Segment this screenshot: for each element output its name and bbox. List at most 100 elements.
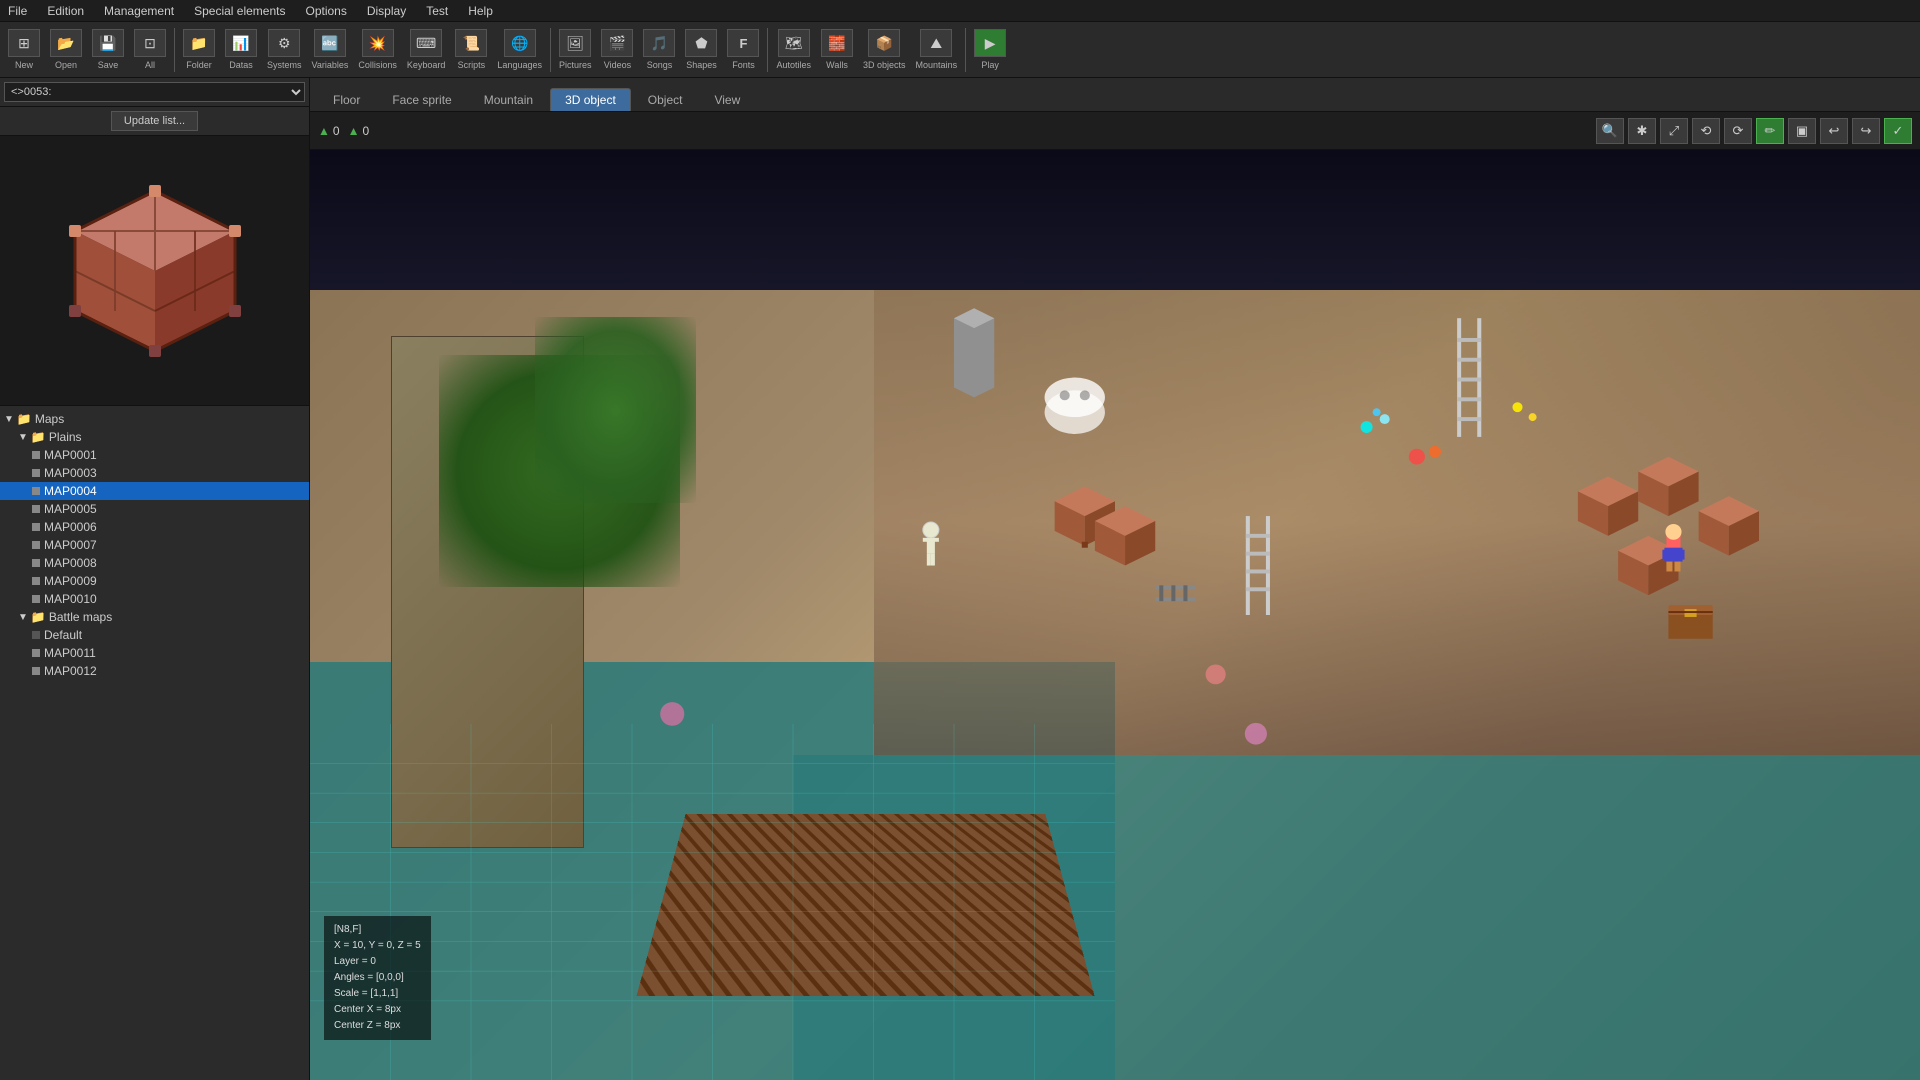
view-tool-square[interactable]: ▣ [1788, 118, 1816, 144]
keyboard-button[interactable]: ⌨ [410, 29, 442, 57]
tree-map0012[interactable]: MAP0012 [0, 662, 309, 680]
datas-button[interactable]: 📊 [225, 29, 257, 57]
fonts-button[interactable]: F [727, 29, 759, 57]
variables-label: Variables [312, 60, 349, 70]
tree-map0004[interactable]: MAP0004 [0, 482, 309, 500]
tree-map0003[interactable]: MAP0003 [0, 464, 309, 482]
main-toolbar: ⊞ New 📂 Open 💾 Save ⊡ All 📁 Folder 📊 Dat… [0, 22, 1920, 78]
tab-mountain[interactable]: Mountain [469, 88, 548, 111]
folder-button[interactable]: 📁 [183, 29, 215, 57]
map-objects-svg [310, 150, 1920, 1080]
save-button[interactable]: 💾 [92, 29, 124, 57]
tree-plains-group[interactable]: ▼ 📁 Plains [0, 428, 309, 446]
mountains-button[interactable]: ⛰ [920, 29, 952, 57]
tree-map0007[interactable]: MAP0007 [0, 536, 309, 554]
all-button[interactable]: ⊡ [134, 29, 166, 57]
menu-test[interactable]: Test [422, 2, 452, 20]
videos-button[interactable]: 🎬 [601, 29, 633, 57]
autotiles-button[interactable]: 🗺 [778, 29, 810, 57]
menu-help[interactable]: Help [464, 2, 497, 20]
tree-map0011-label: MAP0011 [44, 646, 96, 660]
update-list-button[interactable]: Update list... [111, 111, 198, 131]
autotiles-label: Autotiles [776, 60, 811, 70]
view-tool-undo[interactable]: ↩ [1820, 118, 1848, 144]
tree-map0008-label: MAP0008 [44, 556, 97, 570]
view-tool-confirm[interactable]: ✓ [1884, 118, 1912, 144]
tree-map0001[interactable]: MAP0001 [0, 446, 309, 464]
pictures-button[interactable]: 🖼 [559, 29, 591, 57]
map-selector[interactable]: <>0053: [4, 82, 305, 102]
new-button[interactable]: ⊞ [8, 29, 40, 57]
tree-map0009-label: MAP0009 [44, 574, 97, 588]
tree-map0010[interactable]: MAP0010 [0, 590, 309, 608]
menu-management[interactable]: Management [100, 2, 178, 20]
languages-button[interactable]: 🌐 [504, 29, 536, 57]
coord-x: ▲ 0 [318, 124, 340, 138]
menu-special-elements[interactable]: Special elements [190, 2, 289, 20]
3dobjects-button[interactable]: 📦 [868, 29, 900, 57]
scripts-button[interactable]: 📜 [455, 29, 487, 57]
menu-display[interactable]: Display [363, 2, 410, 20]
view-tool-pencil[interactable]: ✏ [1756, 118, 1784, 144]
toolbar-3dobjects: 📦 3D objects [859, 27, 910, 72]
tree-plains-label: Plains [49, 430, 82, 444]
toolbar-sep-4 [965, 28, 966, 72]
tab-object[interactable]: Object [633, 88, 698, 111]
flower-3 [1245, 723, 1267, 745]
scripts-label: Scripts [458, 60, 486, 70]
menu-options[interactable]: Options [301, 2, 350, 20]
tree-maps-label: Maps [35, 412, 64, 426]
tree-default[interactable]: Default [0, 626, 309, 644]
mountains-label: Mountains [916, 60, 958, 70]
tree-map0003-label: MAP0003 [44, 466, 97, 480]
toolbar-keyboard: ⌨ Keyboard [403, 27, 450, 72]
toolbar-sep-3 [767, 28, 768, 72]
menu-edition[interactable]: Edition [43, 2, 88, 20]
view-tool-rotate-right[interactable]: ⟳ [1724, 118, 1752, 144]
toolbar-open: 📂 Open [46, 27, 86, 72]
toolbar-pictures: 🖼 Pictures [555, 27, 596, 72]
play-button[interactable]: ▶ [974, 29, 1006, 57]
tree-map0008[interactable]: MAP0008 [0, 554, 309, 572]
info-overlay: [N8,F] X = 10, Y = 0, Z = 5 Layer = 0 An… [324, 916, 431, 1040]
tab-floor[interactable]: Floor [318, 88, 375, 111]
tree-map0006-label: MAP0006 [44, 520, 97, 534]
tree-maps-root[interactable]: ▼ 📁 Maps [0, 410, 309, 428]
toolbar-sep-1 [174, 28, 175, 72]
sidebar-preview [0, 136, 309, 406]
shapes-button[interactable]: ⬟ [685, 29, 717, 57]
tab-face-sprite[interactable]: Face sprite [377, 88, 466, 111]
songs-button[interactable]: 🎵 [643, 29, 675, 57]
variables-button[interactable]: 🔤 [314, 29, 346, 57]
map-square-icon [32, 541, 40, 549]
tab-3d-object[interactable]: 3D object [550, 88, 631, 111]
datas-label: Datas [229, 60, 253, 70]
sidebar-tree: ▼ 📁 Maps ▼ 📁 Plains MAP0001 MAP0003 MAP0… [0, 406, 309, 1080]
view-tool-rotate-left[interactable]: ⟲ [1692, 118, 1720, 144]
tree-map0011[interactable]: MAP0011 [0, 644, 309, 662]
collisions-button[interactable]: 💥 [362, 29, 394, 57]
view-tool-zoom[interactable]: 🔍 [1596, 118, 1624, 144]
tree-battlemaps-group[interactable]: ▼ 📁 Battle maps [0, 608, 309, 626]
map-viewport[interactable]: [N8,F] X = 10, Y = 0, Z = 5 Layer = 0 An… [310, 150, 1920, 1080]
info-line2: X = 10, Y = 0, Z = 5 [334, 938, 421, 954]
systems-button[interactable]: ⚙ [268, 29, 300, 57]
tree-map0009[interactable]: MAP0009 [0, 572, 309, 590]
tree-map0005[interactable]: MAP0005 [0, 500, 309, 518]
tab-view[interactable]: View [699, 88, 755, 111]
languages-label: Languages [497, 60, 542, 70]
view-tool-cursor[interactable]: ✱ [1628, 118, 1656, 144]
info-line4: Angles = [0,0,0] [334, 970, 421, 986]
tree-map0005-label: MAP0005 [44, 502, 97, 516]
open-button[interactable]: 📂 [50, 29, 82, 57]
toolbar-videos: 🎬 Videos [597, 27, 637, 72]
menu-file[interactable]: File [4, 2, 31, 20]
toolbar-walls: 🧱 Walls [817, 27, 857, 72]
tree-map0006[interactable]: MAP0006 [0, 518, 309, 536]
view-tool-resize[interactable]: ⤢ [1660, 118, 1688, 144]
toolbar-datas: 📊 Datas [221, 27, 261, 72]
map-square-icon [32, 577, 40, 585]
coord-y-arrow: ▲ [348, 124, 360, 138]
view-tool-redo[interactable]: ↪ [1852, 118, 1880, 144]
walls-button[interactable]: 🧱 [821, 29, 853, 57]
